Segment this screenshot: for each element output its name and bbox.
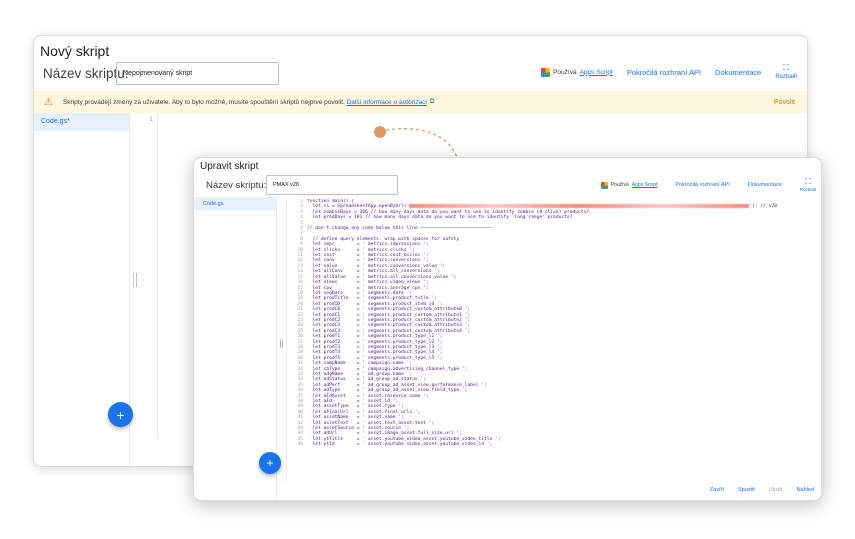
- resize-handle[interactable]: [280, 339, 283, 348]
- code-line-number: 46: [297, 442, 303, 448]
- preview-button[interactable]: Náhled: [797, 487, 814, 493]
- toolbar: Používá Apps Script Pokročilá rozhraní A…: [541, 64, 797, 80]
- authorization-warning: ⚠ Skripty provádějí změny za uživatele. …: [34, 91, 807, 113]
- documentation-link[interactable]: Dokumentace: [715, 68, 761, 77]
- add-file-button[interactable]: +: [259, 452, 281, 474]
- warning-text: Skripty provádějí změny za uživatele. Ab…: [62, 98, 345, 106]
- uses-label: Používá: [610, 182, 629, 189]
- dialog-footer: Zavřít Spustit Uložit Náhled: [710, 487, 814, 493]
- expand-label: Rozbalit: [775, 74, 797, 80]
- expand-label: Rozbalit: [799, 187, 816, 192]
- script-name-input[interactable]: PMAX v28: [266, 175, 398, 195]
- external-link-icon: ⧉: [429, 98, 435, 105]
- toolbar: Používá Apps Script Pokročilá rozhraní A…: [600, 178, 816, 193]
- window-title: Upravit skript: [200, 161, 259, 172]
- apps-script-logo-icon: [600, 181, 608, 189]
- redacted-url: [409, 204, 750, 209]
- apps-script-link[interactable]: Apps Script: [580, 69, 613, 76]
- code-line: 46 let ytId = ' asset.youtube_video_asse…: [287, 442, 816, 447]
- close-button[interactable]: Zavřít: [710, 487, 724, 493]
- advanced-api-link[interactable]: Pokročilá rozhraní API: [675, 182, 729, 188]
- expand-icon: ⛶: [805, 177, 811, 186]
- expand-icon: ⛶: [783, 63, 789, 72]
- approve-button[interactable]: Povolit: [774, 99, 795, 106]
- expand-button[interactable]: ⛶ Rozbalit: [775, 63, 797, 81]
- add-file-button[interactable]: +: [108, 402, 133, 427]
- edit-script-window: Upravit skript Název skriptu: PMAX v28 P…: [193, 157, 822, 501]
- code-line-text: // don't change any code below this line…: [307, 226, 493, 232]
- code-line-text: let ytId = ' asset.youtube_video_asset.y…: [307, 442, 493, 448]
- apps-script-link[interactable]: Apps Script: [632, 182, 658, 188]
- run-button[interactable]: Spustit: [738, 487, 755, 493]
- script-name-label: Název skriptu:: [206, 180, 267, 191]
- warning-icon: ⚠: [44, 96, 53, 108]
- file-item-code-gs[interactable]: Code.gs*: [34, 113, 129, 131]
- uses-apps-script: Používá Apps Script: [600, 181, 658, 189]
- uses-apps-script: Používá Apps Script: [541, 67, 613, 77]
- code-line-text: let prodDays = 181 // how many days data…: [307, 215, 573, 221]
- apps-script-logo-icon: [541, 67, 551, 77]
- save-button[interactable]: Uložit: [769, 487, 783, 493]
- code-editor[interactable]: 1 function main() {2 let ss = Spreadsheet…: [286, 199, 816, 482]
- resize-handle[interactable]: [133, 273, 137, 287]
- expand-button[interactable]: ⛶ Rozbalit: [800, 178, 816, 193]
- authorization-info-link[interactable]: Další informace o autorizaci: [347, 99, 427, 106]
- advanced-api-link[interactable]: Pokročilá rozhraní API: [627, 68, 701, 77]
- code-line-suffix: '); // v28: [749, 204, 778, 210]
- file-item-code-gs[interactable]: Code.gs: [194, 197, 276, 210]
- script-name-input[interactable]: Nepojmenovaný skript: [116, 62, 279, 85]
- uses-label: Používá: [553, 68, 577, 76]
- window-title: Nový skript: [40, 43, 110, 59]
- documentation-link[interactable]: Dokumentace: [748, 182, 782, 188]
